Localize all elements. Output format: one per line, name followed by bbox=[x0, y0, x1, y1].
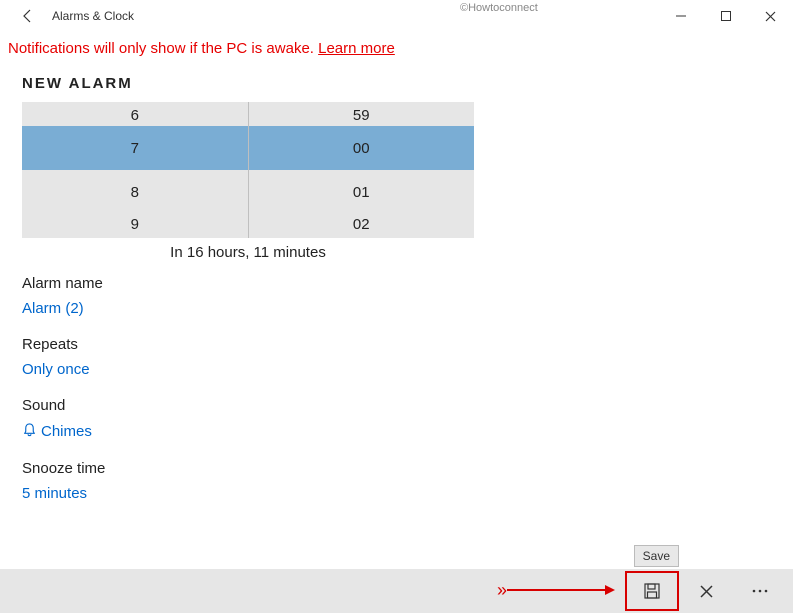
notification-text: Notifications will only show if the PC i… bbox=[8, 40, 318, 57]
cancel-button[interactable] bbox=[679, 571, 733, 611]
notification-bar: Notifications will only show if the PC i… bbox=[0, 32, 793, 69]
learn-more-link[interactable]: Learn more bbox=[318, 40, 395, 57]
hour-selected[interactable]: 7 bbox=[22, 126, 249, 170]
sound-value[interactable]: Chimes bbox=[22, 422, 92, 441]
bell-icon bbox=[22, 422, 37, 441]
alarm-name-field: Alarm name Alarm (2) bbox=[22, 275, 793, 318]
snooze-value[interactable]: 5 minutes bbox=[22, 485, 87, 502]
sound-label: Sound bbox=[22, 397, 793, 414]
arrow-line bbox=[507, 589, 605, 591]
time-picker: 6 59 7 00 8 01 9 02 bbox=[22, 102, 474, 238]
time-remaining: In 16 hours, 11 minutes bbox=[22, 238, 474, 275]
hour-next[interactable]: 8 bbox=[22, 170, 249, 214]
annotation-arrow: » bbox=[497, 581, 615, 599]
save-button[interactable] bbox=[625, 571, 679, 611]
minute-prev[interactable]: 59 bbox=[249, 102, 475, 126]
app-title: Alarms & Clock bbox=[52, 9, 134, 23]
picker-row-prev: 6 59 bbox=[22, 102, 474, 126]
arrow-tip-icon bbox=[605, 585, 615, 595]
minute-next[interactable]: 01 bbox=[249, 170, 475, 214]
repeats-value[interactable]: Only once bbox=[22, 361, 90, 378]
save-icon bbox=[643, 582, 661, 600]
close-icon bbox=[699, 584, 714, 599]
more-icon bbox=[751, 588, 769, 594]
alarm-name-value[interactable]: Alarm (2) bbox=[22, 300, 84, 317]
picker-row-selected: 7 00 bbox=[22, 126, 474, 170]
minimize-button[interactable] bbox=[658, 0, 703, 32]
close-button[interactable] bbox=[748, 0, 793, 32]
picker-row-next2: 9 02 bbox=[22, 214, 474, 238]
hour-next2[interactable]: 9 bbox=[22, 214, 249, 238]
minute-selected[interactable]: 00 bbox=[249, 126, 475, 170]
alarm-name-label: Alarm name bbox=[22, 275, 793, 292]
minute-next2[interactable]: 02 bbox=[249, 214, 475, 238]
arrow-tails-icon: » bbox=[497, 581, 507, 599]
repeats-label: Repeats bbox=[22, 336, 793, 353]
snooze-label: Snooze time bbox=[22, 460, 793, 477]
maximize-button[interactable] bbox=[703, 0, 748, 32]
window-controls bbox=[658, 0, 793, 32]
more-button[interactable] bbox=[733, 571, 787, 611]
bottom-bar bbox=[0, 569, 793, 613]
back-button[interactable] bbox=[8, 0, 48, 32]
page-title: NEW ALARM bbox=[0, 69, 793, 102]
snooze-field: Snooze time 5 minutes bbox=[22, 460, 793, 503]
repeats-field: Repeats Only once bbox=[22, 336, 793, 379]
save-tooltip: Save bbox=[634, 545, 679, 567]
picker-row-next: 8 01 bbox=[22, 170, 474, 214]
hour-prev[interactable]: 6 bbox=[22, 102, 249, 126]
sound-field: Sound Chimes bbox=[22, 397, 793, 442]
watermark: ©Howtoconnect bbox=[460, 2, 538, 14]
sound-value-text: Chimes bbox=[41, 423, 92, 440]
